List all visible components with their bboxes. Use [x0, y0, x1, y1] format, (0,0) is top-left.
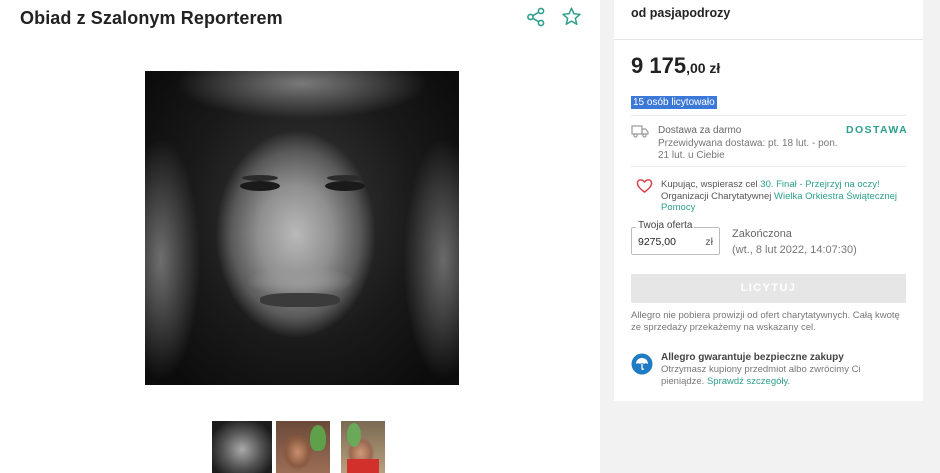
product-title: Obiad z Szalonym Reporterem [20, 8, 283, 28]
no-commission-note: Allegro nie pobiera prowizji od ofert ch… [631, 310, 900, 333]
heart-icon [636, 179, 653, 193]
bid-button[interactable]: LICYTUJ [631, 274, 906, 303]
divider [631, 115, 906, 116]
delivery-estimate: Przewidywana dostawa: pt. 18 lut. - pon.… [658, 138, 838, 161]
auction-status: Zakończona [732, 228, 792, 240]
umbrella-shield-icon [631, 353, 653, 375]
offer-label: Twoja oferta [636, 220, 695, 231]
thumbnail-3[interactable] [341, 421, 385, 473]
thumbnail-2[interactable] [276, 421, 330, 473]
offer-currency: zł [705, 236, 713, 248]
charity-prefix: Kupując, wspierasz cel [661, 179, 761, 190]
thumbnail-1[interactable] [212, 421, 272, 473]
offer-value[interactable]: 9275,00 [638, 236, 676, 248]
offer-input[interactable]: Twoja oferta 9275,00 zł [631, 220, 720, 255]
auction-end-date: (wt., 8 lut 2022, 14:07:30) [732, 244, 857, 256]
thumbnail-leaf [310, 425, 326, 451]
guarantee-title: Allegro gwarantuje bezpieczne zakupy [661, 352, 844, 363]
bidders-count[interactable]: 15 osób licytowało [631, 96, 717, 109]
divider [614, 39, 923, 40]
divider [631, 166, 906, 167]
image-right-eye [325, 181, 365, 191]
thumbnail-leaf [347, 423, 361, 447]
delivery-title: Dostawa za darmo [658, 125, 742, 136]
charity-middle: Organizacji Charytatywnej [661, 190, 774, 202]
product-main-image[interactable] [145, 71, 459, 385]
charity-cause-link[interactable]: 30. Finał - Przejrzyj na oczy! [760, 179, 879, 190]
image-beard [245, 266, 355, 296]
price-integer: 9 175 [631, 53, 687, 78]
charity-info: Kupując, wspierasz cel 30. Finał - Przej… [661, 179, 911, 214]
product-panel: Obiad z Szalonym Reporterem [0, 0, 600, 473]
share-icon[interactable] [526, 7, 546, 27]
image-hood-shading [145, 71, 459, 385]
delivery-link[interactable]: DOSTAWA [846, 124, 908, 136]
seller-name[interactable]: od pasjapodrozy [631, 6, 730, 20]
guarantee-text: Otrzymasz kupiony przedmiot albo zwrócim… [661, 364, 901, 388]
image-mouth [260, 293, 340, 307]
purchase-panel: od pasjapodrozy 9 175,00 zł 15 osób licy… [614, 0, 923, 401]
star-icon[interactable] [561, 6, 582, 27]
image-left-eye [240, 181, 280, 191]
price: 9 175,00 zł [631, 53, 720, 79]
price-decimal: ,00 zł [686, 60, 721, 76]
guarantee-details-link[interactable]: Sprawdź szczegóły. [707, 376, 790, 387]
truck-icon [631, 125, 649, 138]
thumbnail-shirt [347, 459, 379, 473]
